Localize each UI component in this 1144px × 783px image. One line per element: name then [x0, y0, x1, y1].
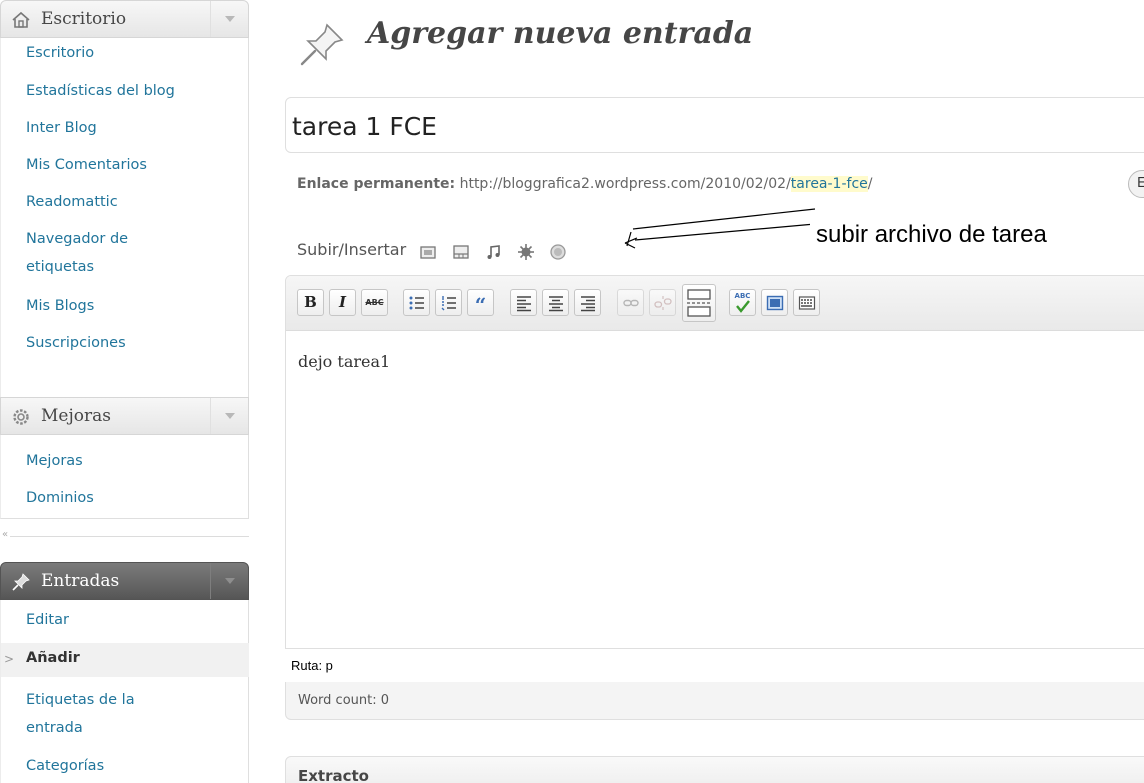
chevron-down-icon — [225, 578, 235, 584]
check-icon — [736, 300, 750, 313]
sidebar-item-etiquetas-2[interactable]: entrada — [26, 720, 83, 736]
word-count-bar: Word count: 0 — [285, 682, 1144, 720]
menu-entradas-toggle[interactable] — [210, 563, 248, 599]
submenu-escritorio: Escritorio Estadísticas del blog Inter B… — [0, 38, 249, 398]
gear-icon — [13, 409, 29, 425]
sidebar-item-mejoras[interactable]: Mejoras — [26, 453, 83, 469]
collapse-divider — [10, 536, 249, 537]
post-title-box — [285, 97, 1144, 153]
sidebar-item-dominios[interactable]: Dominios — [26, 490, 94, 506]
sidebar-item-navegador[interactable]: Navegador de — [26, 231, 128, 247]
link-icon — [623, 299, 639, 307]
menu-mejoras-title: Mejoras — [41, 406, 111, 426]
gallery-icon[interactable] — [452, 243, 470, 261]
page-title: Agregar nueva entrada — [367, 16, 754, 51]
strikethrough-icon: ABC — [365, 298, 384, 307]
menu-mejoras-toggle[interactable] — [210, 398, 248, 434]
fullscreen-icon — [766, 295, 784, 311]
sidebar-item-anadir[interactable]: Añadir — [26, 650, 80, 666]
menu-escritorio-toggle[interactable] — [210, 1, 248, 37]
more-tag-button[interactable] — [682, 284, 716, 322]
bullet-list-icon — [409, 296, 424, 310]
blockquote-button[interactable]: “ — [467, 289, 494, 317]
chevron-down-icon — [225, 413, 235, 419]
spellcheck-button[interactable]: ABC — [729, 289, 756, 316]
permalink-label: Enlace permanente: — [297, 176, 456, 192]
align-left-icon — [517, 296, 531, 312]
excerpt-box-header[interactable]: Extracto — [285, 756, 1144, 783]
sidebar-item-readomattic[interactable]: Readomattic — [26, 194, 118, 210]
edit-permalink-button[interactable]: Ed — [1128, 170, 1144, 198]
chevron-down-icon — [225, 16, 235, 22]
sidebar-item-editar[interactable]: Editar — [26, 612, 69, 628]
align-center-button[interactable] — [542, 289, 569, 316]
align-right-button[interactable] — [574, 289, 601, 316]
permalink-row: Enlace permanente: http://bloggrafica2.w… — [297, 176, 872, 192]
sidebar-item-inter-blog[interactable]: Inter Blog — [26, 120, 97, 136]
main-content: Agregar nueva entrada Enlace permanente:… — [285, 0, 1144, 783]
italic-icon: I — [338, 293, 347, 311]
submenu-entradas: Editar > Añadir Etiquetas de la entrada … — [0, 600, 249, 783]
editor-path-bar: Ruta: p — [285, 648, 1144, 682]
kitchen-sink-icon — [798, 296, 816, 310]
sidebar-item-etiquetas[interactable]: Etiquetas de la — [26, 692, 135, 708]
excerpt-title: Extracto — [298, 767, 369, 783]
submenu-mejoras: Mejoras Dominios — [0, 435, 249, 519]
permalink-base: http://bloggrafica2.wordpress.com/2010/0… — [459, 176, 791, 192]
menu-escritorio-title: Escritorio — [41, 9, 127, 29]
align-center-icon — [549, 296, 563, 312]
sidebar-item-estadisticas[interactable]: Estadísticas del blog — [26, 83, 175, 99]
bold-button[interactable]: B — [297, 289, 324, 316]
fullscreen-button[interactable] — [761, 289, 788, 316]
home-icon — [12, 11, 30, 28]
sidebar-item-mis-blogs[interactable]: Mis Blogs — [26, 298, 94, 314]
music-icon[interactable] — [485, 243, 503, 261]
sidebar-item-categorias[interactable]: Categorías — [26, 758, 104, 774]
image-icon[interactable] — [419, 243, 437, 261]
menu-escritorio-header[interactable]: Escritorio — [0, 0, 249, 38]
sidebar-item-comentarios[interactable]: Mis Comentarios — [26, 157, 147, 173]
collapse-menu-icon[interactable]: « — [2, 529, 8, 540]
pushpin-icon — [300, 23, 344, 66]
italic-button[interactable]: I — [329, 289, 356, 316]
more-tag-icon — [687, 289, 711, 317]
align-left-button[interactable] — [510, 289, 537, 316]
media-icon[interactable] — [517, 243, 535, 261]
permalink-slug[interactable]: tarea-1-fce — [790, 176, 868, 192]
media-bar-label: Subir/Insertar — [297, 240, 407, 259]
numbered-list-button[interactable] — [435, 289, 462, 316]
editor-content[interactable]: dejo tarea1 — [298, 352, 390, 371]
align-right-icon — [581, 296, 595, 312]
sidebar-item-escritorio[interactable]: Escritorio — [26, 45, 94, 61]
visual-editor: B I ABC “ ABC dejo tarea1 — [285, 275, 1144, 690]
unlink-icon — [654, 296, 672, 310]
editor-path: Ruta: p — [291, 658, 333, 673]
kitchen-sink-button[interactable] — [793, 289, 820, 316]
sidebar-item-navegador-2[interactable]: etiquetas — [26, 259, 94, 275]
strikethrough-button[interactable]: ABC — [361, 289, 388, 316]
link-button[interactable] — [617, 289, 644, 316]
menu-entradas-title: Entradas — [41, 571, 120, 591]
menu-mejoras-header[interactable]: Mejoras — [0, 397, 249, 435]
editor-toolbar: B I ABC “ ABC — [286, 276, 1144, 331]
admin-sidebar: Escritorio Escritorio Estadísticas del b… — [0, 0, 249, 783]
sidebar-item-suscripciones[interactable]: Suscripciones — [26, 335, 126, 351]
numbered-list-icon — [441, 296, 456, 311]
word-count: Word count: 0 — [298, 693, 390, 708]
menu-entradas-header[interactable]: Entradas — [0, 562, 249, 600]
permalink-trail: / — [867, 176, 873, 192]
poll-icon[interactable] — [549, 243, 567, 261]
pushpin-icon — [12, 573, 30, 591]
current-arrow-icon: > — [4, 652, 15, 666]
annotation-arrow-icon — [624, 208, 816, 249]
bold-icon: B — [304, 293, 317, 311]
blockquote-icon: “ — [474, 293, 487, 317]
unlink-button[interactable] — [649, 289, 676, 316]
annotation-label: subir archivo de tarea — [810, 219, 1053, 251]
bullet-list-button[interactable] — [403, 289, 430, 316]
post-title-input[interactable] — [292, 106, 1132, 146]
